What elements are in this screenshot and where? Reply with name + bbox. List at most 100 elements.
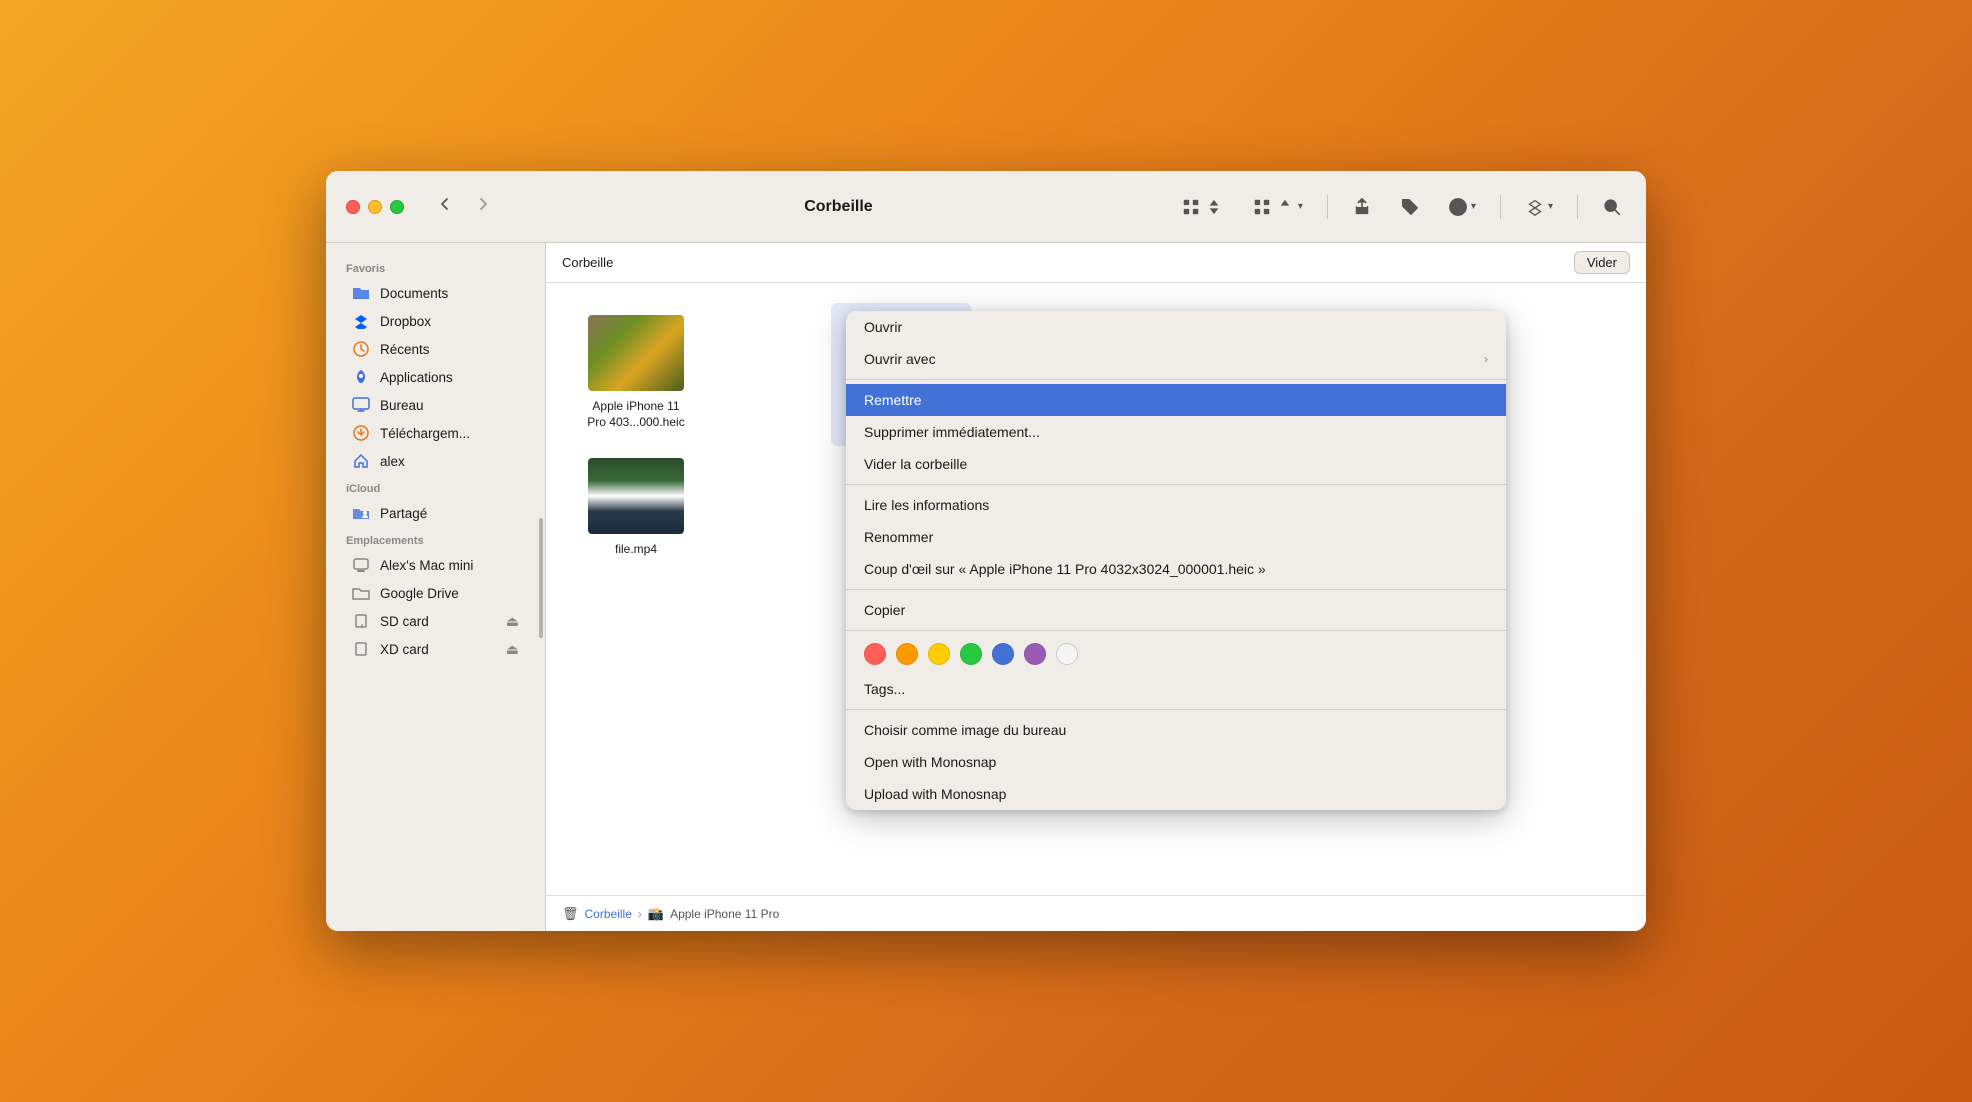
sidebar-item-xd-card-label: XD card	[380, 642, 429, 657]
cm-item-tags-label: Tags...	[864, 681, 905, 697]
sidebar-item-documents-label: Documents	[380, 286, 448, 301]
more-button[interactable]: ▾	[1444, 193, 1480, 221]
sidebar-item-bureau[interactable]: Bureau	[332, 391, 539, 419]
view-columns-button[interactable]: ▾	[1248, 193, 1307, 221]
traffic-lights	[346, 200, 404, 214]
cm-separator-5	[846, 709, 1506, 710]
sidebar-item-mac-mini-label: Alex's Mac mini	[380, 558, 473, 573]
finder-window: Corbeille	[326, 171, 1646, 931]
cm-item-upload-monosnap-label: Upload with Monosnap	[864, 786, 1006, 802]
share-button[interactable]	[1348, 193, 1376, 221]
cm-item-choisir-bureau-label: Choisir comme image du bureau	[864, 722, 1066, 738]
zoom-button[interactable]	[390, 200, 404, 214]
cm-item-lire-info[interactable]: Lire les informations	[846, 489, 1506, 521]
color-green[interactable]	[960, 643, 982, 665]
rocket-icon	[352, 368, 370, 386]
sidebar-item-documents[interactable]: Documents	[332, 279, 539, 307]
context-menu: Ouvrir Ouvrir avec › Remettre Supprimer …	[846, 311, 1506, 810]
sidebar-item-applications-label: Applications	[380, 370, 453, 385]
sidebar-item-dropbox-label: Dropbox	[380, 314, 431, 329]
sidebar-item-sd-card-label: SD card	[380, 614, 429, 629]
sidebar-item-xd-card[interactable]: XD card ⏏	[332, 635, 539, 663]
sidebar-item-telechargements-label: Téléchargem...	[380, 426, 470, 441]
chevron-right-icon: ›	[1484, 352, 1488, 366]
sidebar-item-recents[interactable]: Récents	[332, 335, 539, 363]
toolbar-separator	[1327, 195, 1328, 219]
sidebar-item-google-drive-label: Google Drive	[380, 586, 459, 601]
color-yellow[interactable]	[928, 643, 950, 665]
view-grid-button[interactable]	[1177, 193, 1228, 221]
cm-item-copier-label: Copier	[864, 602, 905, 618]
xd-eject-icon[interactable]: ⏏	[506, 641, 519, 658]
context-menu-overlay[interactable]: Ouvrir Ouvrir avec › Remettre Supprimer …	[546, 243, 1646, 931]
cm-colors-row	[846, 635, 1506, 673]
color-red[interactable]	[864, 643, 886, 665]
sidebar-section-emplacements: Emplacements	[326, 527, 545, 551]
content-area: Corbeille Vider Apple iPhone 11Pro 403..…	[546, 243, 1646, 931]
sidebar-item-recents-label: Récents	[380, 342, 430, 357]
close-button[interactable]	[346, 200, 360, 214]
cm-item-open-monosnap[interactable]: Open with Monosnap	[846, 746, 1506, 778]
sidebar-section-icloud: iCloud	[326, 475, 545, 499]
sidebar-item-partage[interactable]: Partagé	[332, 499, 539, 527]
cm-separator-3	[846, 589, 1506, 590]
cm-item-remettre[interactable]: Remettre	[846, 384, 1506, 416]
sd-card-icon	[352, 612, 370, 630]
sidebar-item-partage-label: Partagé	[380, 506, 427, 521]
sd-eject-icon[interactable]: ⏏	[506, 613, 519, 630]
cm-item-tags[interactable]: Tags...	[846, 673, 1506, 705]
cm-item-coup-oeil[interactable]: Coup d'œil sur « Apple iPhone 11 Pro 403…	[846, 553, 1506, 585]
folder-person-icon	[352, 504, 370, 522]
cm-item-renommer[interactable]: Renommer	[846, 521, 1506, 553]
cm-item-upload-monosnap[interactable]: Upload with Monosnap	[846, 778, 1506, 810]
cm-item-supprimer-label: Supprimer immédiatement...	[864, 424, 1040, 440]
cm-item-vider-corbeille-label: Vider la corbeille	[864, 456, 967, 472]
minimize-button[interactable]	[368, 200, 382, 214]
cm-separator	[846, 379, 1506, 380]
sidebar-item-google-drive[interactable]: Google Drive	[332, 579, 539, 607]
forward-button[interactable]	[466, 191, 500, 223]
cm-item-choisir-bureau[interactable]: Choisir comme image du bureau	[846, 714, 1506, 746]
color-orange[interactable]	[896, 643, 918, 665]
sidebar-item-alex[interactable]: alex	[332, 447, 539, 475]
sidebar-scrollbar[interactable]	[539, 518, 543, 638]
back-button[interactable]	[428, 191, 462, 223]
sidebar-section-favoris: Favoris	[326, 255, 545, 279]
dropbox-button[interactable]: ▾	[1521, 193, 1557, 221]
screen-icon	[352, 396, 370, 414]
cm-separator-4	[846, 630, 1506, 631]
color-none[interactable]	[1056, 643, 1078, 665]
sidebar-item-alex-label: alex	[380, 454, 405, 469]
sidebar-item-dropbox[interactable]: Dropbox	[332, 307, 539, 335]
color-blue[interactable]	[992, 643, 1014, 665]
cm-item-copier[interactable]: Copier	[846, 594, 1506, 626]
toolbar-separator-3	[1577, 195, 1578, 219]
cm-item-ouvrir[interactable]: Ouvrir	[846, 311, 1506, 343]
computer-icon	[352, 556, 370, 574]
sidebar-item-bureau-label: Bureau	[380, 398, 424, 413]
window-title: Corbeille	[516, 198, 1161, 216]
cm-separator-2	[846, 484, 1506, 485]
cm-item-open-monosnap-label: Open with Monosnap	[864, 754, 996, 770]
cm-item-ouvrir-label: Ouvrir	[864, 319, 902, 335]
tag-button[interactable]	[1396, 193, 1424, 221]
sidebar-item-sd-card[interactable]: SD card ⏏	[332, 607, 539, 635]
sidebar-item-mac-mini[interactable]: Alex's Mac mini	[332, 551, 539, 579]
cm-item-ouvrir-avec-label: Ouvrir avec	[864, 351, 936, 367]
color-purple[interactable]	[1024, 643, 1046, 665]
cm-item-renommer-label: Renommer	[864, 529, 933, 545]
toolbar-separator-2	[1500, 195, 1501, 219]
cm-item-supprimer[interactable]: Supprimer immédiatement...	[846, 416, 1506, 448]
main-area: Favoris Documents Dropbox	[326, 243, 1646, 931]
sidebar-item-applications[interactable]: Applications	[332, 363, 539, 391]
cm-item-ouvrir-avec[interactable]: Ouvrir avec ›	[846, 343, 1506, 375]
cm-item-remettre-label: Remettre	[864, 392, 922, 408]
toolbar-actions: ▾ ▾	[1177, 193, 1626, 221]
nav-buttons	[428, 191, 500, 223]
search-button[interactable]	[1598, 193, 1626, 221]
home-icon	[352, 452, 370, 470]
dropbox-icon	[352, 312, 370, 330]
sidebar: Favoris Documents Dropbox	[326, 243, 546, 931]
sidebar-item-telechargements[interactable]: Téléchargem...	[332, 419, 539, 447]
cm-item-vider-corbeille[interactable]: Vider la corbeille	[846, 448, 1506, 480]
